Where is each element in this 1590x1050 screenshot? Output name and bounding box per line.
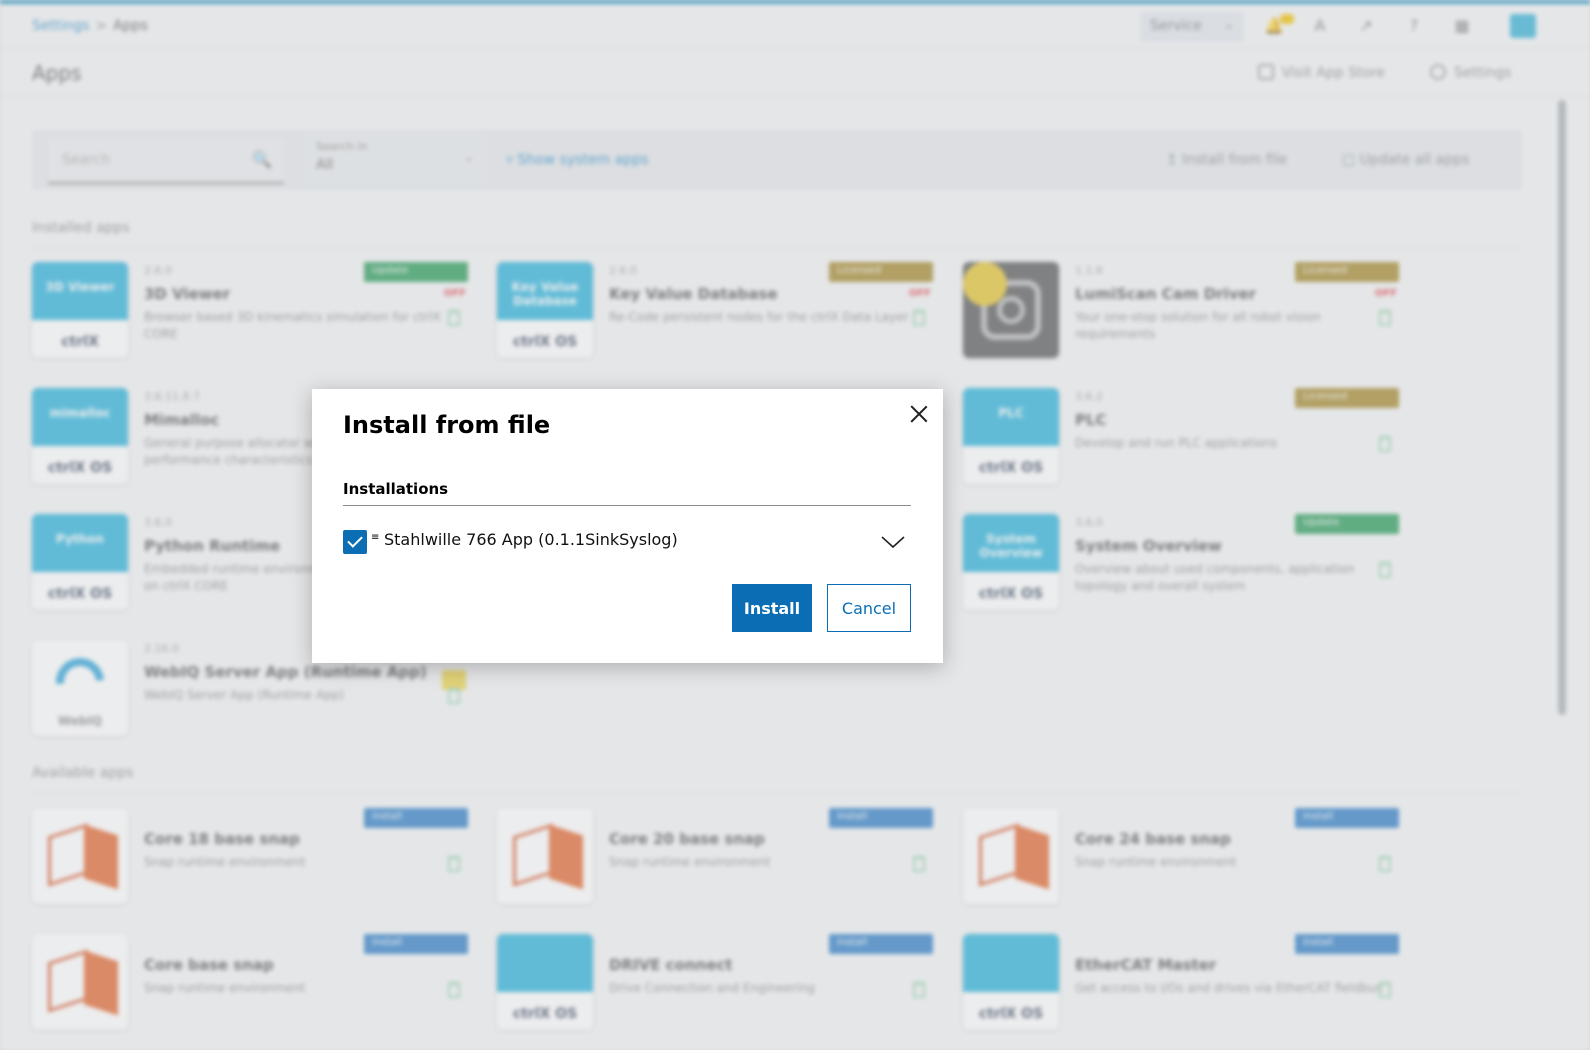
list-icon: ≡ — [371, 532, 380, 543]
installation-checkbox[interactable] — [343, 530, 367, 554]
cancel-button[interactable]: Cancel — [827, 584, 911, 632]
install-button[interactable]: Install — [732, 584, 812, 632]
close-icon[interactable] — [906, 401, 932, 427]
dialog-title: Install from file — [343, 411, 551, 439]
divider — [343, 505, 911, 506]
installation-item-label: Stahlwille 766 App (0.1.1SinkSyslog) — [384, 530, 678, 549]
installations-heading: Installations — [343, 480, 449, 498]
chevron-down-icon[interactable] — [880, 532, 906, 552]
install-from-file-dialog: Install from file Installations ≡ Stahlw… — [312, 389, 943, 663]
